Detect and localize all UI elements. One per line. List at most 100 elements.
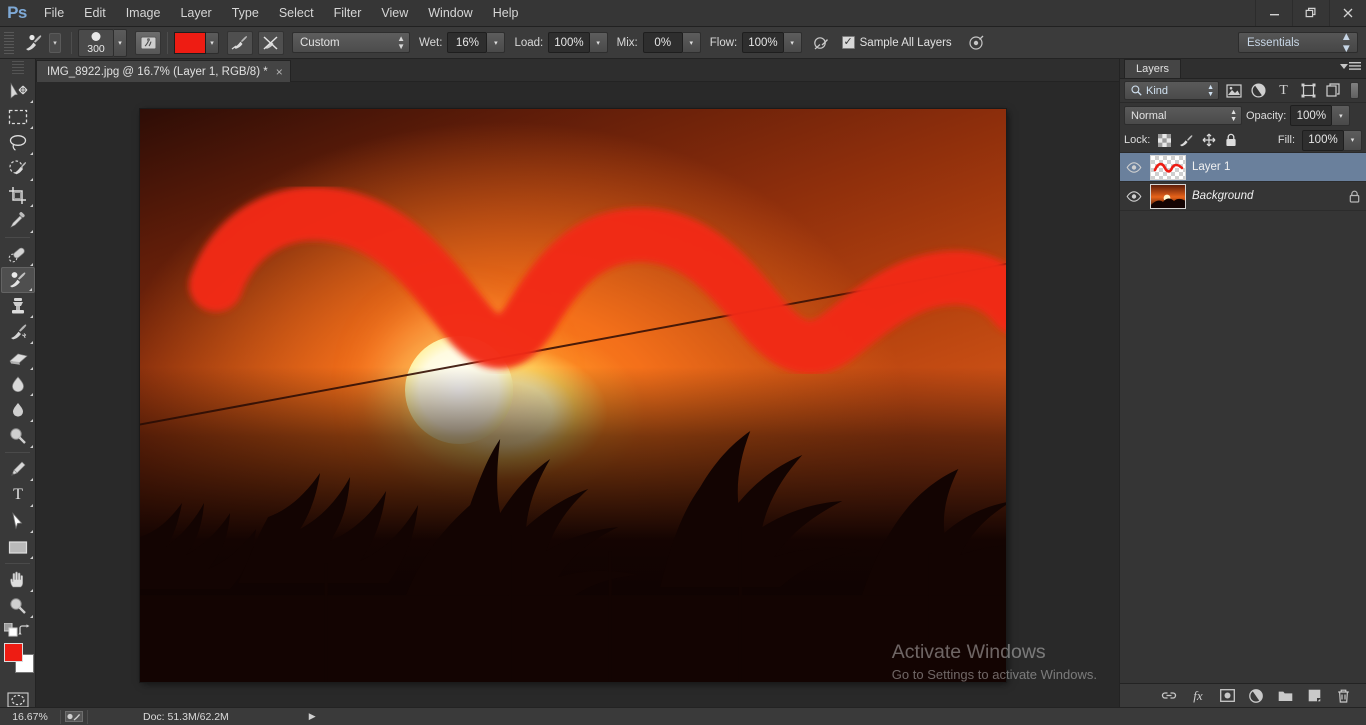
menu-window[interactable]: Window — [418, 0, 482, 27]
sample-all-layers-check-icon[interactable]: ✓ — [841, 36, 855, 49]
tool-preset-chevron-icon[interactable]: ▾ — [49, 32, 61, 53]
brush-tool[interactable] — [1, 267, 35, 293]
foreground-color-swatch-tool[interactable] — [4, 643, 23, 662]
status-expand-icon[interactable]: ▶ — [309, 711, 316, 722]
quick-selection-tool[interactable] — [1, 156, 35, 182]
flow-value[interactable]: 100% — [742, 32, 784, 53]
shape-layers-filter-icon[interactable] — [1298, 81, 1319, 100]
adjustment-layers-filter-icon[interactable] — [1248, 81, 1269, 100]
tool-preset-picker[interactable]: ▾ — [18, 32, 65, 54]
eyedropper-tool[interactable] — [1, 208, 35, 234]
clone-stamp-tool[interactable] — [1, 293, 35, 319]
mixer-brush-preset-combo[interactable]: Custom ▲ ▼ — [292, 32, 410, 53]
tablet-pressure-icon[interactable] — [966, 35, 986, 51]
layer-row[interactable]: Layer 1 — [1120, 153, 1366, 182]
load-value[interactable]: 100% — [548, 32, 590, 53]
menu-select[interactable]: Select — [269, 0, 324, 27]
layer-style-fx-icon[interactable]: fx — [1190, 688, 1206, 704]
type-layers-filter-icon[interactable]: T — [1273, 81, 1294, 100]
panel-menu-icon[interactable] — [1340, 62, 1361, 72]
tab-layers[interactable]: Layers — [1124, 59, 1182, 78]
lasso-tool[interactable] — [1, 130, 35, 156]
layer-row[interactable]: Background — [1120, 182, 1366, 211]
dodge-tool[interactable] — [1, 423, 35, 449]
brush-color-chevron-icon[interactable]: ▾ — [206, 31, 219, 54]
lock-image-pixels-icon[interactable] — [1179, 133, 1194, 148]
link-layers-icon[interactable] — [1161, 688, 1177, 704]
brush-size-chevron-icon[interactable]: ▾ — [114, 28, 127, 57]
hand-tool[interactable] — [1, 567, 35, 593]
layer-name[interactable]: Layer 1 — [1192, 161, 1360, 173]
menu-filter[interactable]: Filter — [324, 0, 372, 27]
history-brush-tool[interactable] — [1, 319, 35, 345]
document-tab-close-icon[interactable]: × — [276, 66, 283, 78]
blur-tool[interactable] — [1, 397, 35, 423]
menu-view[interactable]: View — [371, 0, 418, 27]
add-layer-mask-icon[interactable] — [1219, 688, 1235, 704]
minimize-button[interactable] — [1255, 0, 1292, 26]
rectangular-marquee-tool[interactable] — [1, 104, 35, 130]
default-colors-icon[interactable] — [4, 623, 18, 637]
airbrush-icon[interactable] — [812, 35, 832, 51]
swap-colors-icon[interactable] — [18, 623, 32, 637]
pen-tool[interactable] — [1, 456, 35, 482]
clean-brush-after-stroke-button[interactable] — [258, 30, 284, 55]
menu-layer[interactable]: Layer — [170, 0, 221, 27]
restore-button[interactable] — [1292, 0, 1329, 26]
brush-color-picker[interactable]: ▾ — [174, 31, 219, 54]
delete-layer-icon[interactable] — [1335, 688, 1351, 704]
fill-value[interactable]: 100% — [1302, 129, 1344, 151]
foreground-color-swatch[interactable] — [174, 31, 206, 54]
new-layer-icon[interactable] — [1306, 688, 1322, 704]
proof-colors-icon[interactable] — [61, 711, 87, 722]
lock-transparent-pixels-icon[interactable] — [1157, 133, 1172, 148]
smart-object-filter-icon[interactable] — [1323, 81, 1344, 100]
flow-field[interactable]: 100% ▾ — [742, 32, 802, 53]
zoom-tool[interactable] — [1, 593, 35, 619]
fill-field[interactable]: 100% ▾ — [1302, 129, 1362, 151]
tools-panel-grip[interactable] — [11, 61, 24, 75]
layer-name[interactable]: Background — [1192, 190, 1343, 202]
crop-tool[interactable] — [1, 182, 35, 208]
flow-chevron-icon[interactable]: ▾ — [783, 32, 802, 53]
menu-help[interactable]: Help — [483, 0, 529, 27]
opacity-chevron-icon[interactable]: ▾ — [1332, 105, 1351, 126]
opacity-field[interactable]: 100% ▾ — [1290, 105, 1351, 126]
layer-filter-toggle[interactable] — [1350, 82, 1359, 99]
workspace-switcher[interactable]: Essentials ▲ ▼ — [1238, 31, 1358, 55]
brush-size-picker[interactable]: 300 ▾ — [78, 28, 127, 57]
horizontal-type-tool[interactable]: T — [1, 482, 35, 508]
mix-field[interactable]: 0% ▾ — [642, 32, 701, 53]
new-group-icon[interactable] — [1277, 688, 1293, 704]
layer-visibility-icon[interactable] — [1124, 190, 1144, 202]
menu-image[interactable]: Image — [116, 0, 171, 27]
canvas-workspace[interactable]: Activate Windows Go to Settings to activ… — [36, 82, 1119, 707]
brush-size-preview[interactable]: 300 — [78, 28, 114, 57]
layer-visibility-icon[interactable] — [1124, 161, 1144, 173]
eraser-tool[interactable] — [1, 345, 35, 371]
brush-panel-button[interactable] — [135, 30, 161, 55]
color-swatches[interactable] — [1, 641, 35, 677]
pixel-layers-filter-icon[interactable] — [1223, 81, 1244, 100]
wet-field[interactable]: 16% ▾ — [447, 32, 506, 53]
document-tab[interactable]: IMG_8922.jpg @ 16.7% (Layer 1, RGB/8) * … — [36, 60, 291, 82]
gradient-tool[interactable] — [1, 371, 35, 397]
menu-type[interactable]: Type — [222, 0, 269, 27]
blend-mode-combo[interactable]: Normal ▲ ▼ — [1124, 106, 1242, 125]
sample-all-layers-checkbox[interactable]: ✓ Sample All Layers — [841, 36, 952, 49]
load-field[interactable]: 100% ▾ — [548, 32, 608, 53]
spot-healing-brush-tool[interactable] — [1, 241, 35, 267]
wet-chevron-icon[interactable]: ▾ — [487, 32, 506, 53]
layer-thumbnail[interactable] — [1150, 183, 1186, 209]
image-canvas[interactable] — [140, 109, 1006, 682]
menu-file[interactable]: File — [34, 0, 74, 27]
layer-filter-kind-combo[interactable]: Kind ▲ ▼ — [1124, 81, 1219, 100]
lock-all-icon[interactable] — [1223, 133, 1238, 148]
rectangle-tool[interactable] — [1, 534, 35, 560]
menu-edit[interactable]: Edit — [74, 0, 116, 27]
options-bar-grip[interactable] — [4, 31, 14, 54]
wet-value[interactable]: 16% — [447, 32, 488, 53]
move-tool[interactable] — [1, 78, 35, 104]
status-zoom-value[interactable]: 16.67% — [0, 711, 60, 723]
path-selection-tool[interactable] — [1, 508, 35, 534]
